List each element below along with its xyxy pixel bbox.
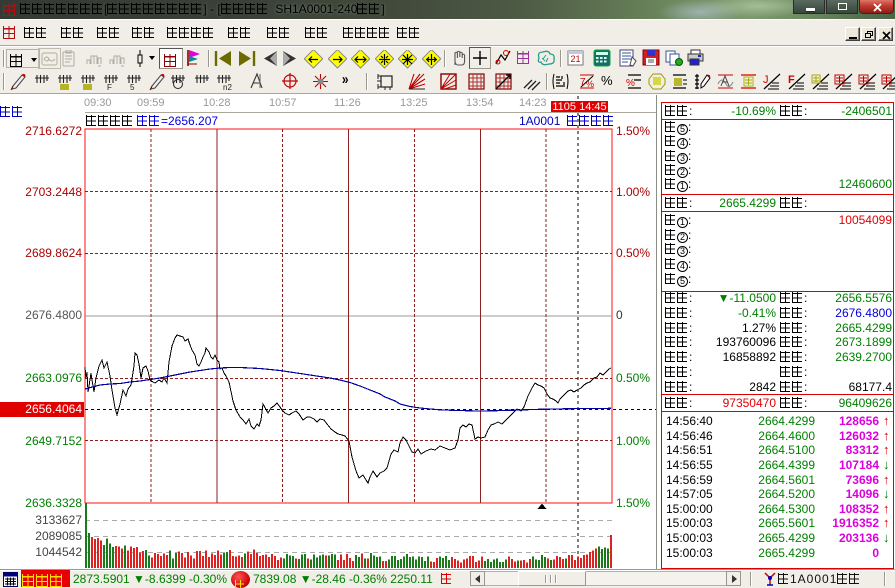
svg-text:%: % [626, 78, 635, 89]
svg-text:J: J [763, 74, 769, 86]
svg-text:F: F [107, 83, 112, 91]
svg-text:n2: n2 [223, 83, 232, 91]
svg-text:21: 21 [570, 54, 580, 64]
svg-text:5: 5 [130, 83, 135, 91]
svg-text:F: F [788, 74, 795, 86]
svg-text:%: % [586, 79, 594, 89]
